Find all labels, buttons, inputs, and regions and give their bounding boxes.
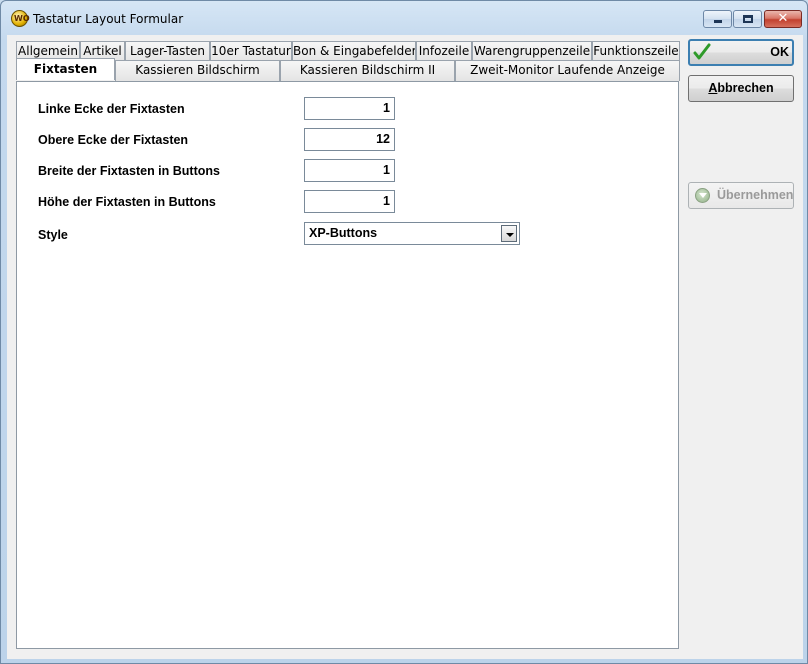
- style-select[interactable]: XP-Buttons: [304, 222, 520, 245]
- label-linke-ecke: Linke Ecke der Fixtasten: [38, 102, 185, 116]
- hoehe-input[interactable]: 1: [304, 190, 395, 213]
- ok-button-label: OK: [770, 45, 789, 59]
- client-area: Allgemein Artikel Lager-Tasten 10er Tast…: [7, 35, 803, 659]
- tab-warengruppenzeile[interactable]: Warengruppenzeile: [472, 41, 592, 62]
- cancel-button-label: Abbrechen: [708, 81, 774, 95]
- tab-kassieren-bildschirm-ii[interactable]: Kassieren Bildschirm II: [280, 60, 455, 81]
- apply-button[interactable]: Übernehmen: [688, 182, 794, 209]
- tab-fixtasten[interactable]: Fixtasten: [16, 58, 115, 80]
- apply-button-label: Übernehmen: [717, 188, 794, 202]
- close-icon: ✕: [777, 11, 789, 26]
- ok-button[interactable]: OK: [688, 39, 794, 66]
- tab-zweit-monitor-laufende-anzeige[interactable]: Zweit-Monitor Laufende Anzeige: [455, 60, 680, 81]
- style-select-value: XP-Buttons: [309, 226, 378, 240]
- window: WO Tastatur Layout Formular ✕ Allgemein …: [0, 0, 808, 664]
- cancel-button[interactable]: Abbrechen: [688, 75, 794, 102]
- label-style: Style: [38, 228, 68, 242]
- label-breite: Breite der Fixtasten in Buttons: [38, 164, 220, 178]
- tab-infozeile[interactable]: Infozeile: [416, 41, 472, 62]
- window-title: Tastatur Layout Formular: [33, 12, 184, 26]
- tab-lager-tasten[interactable]: Lager-Tasten: [125, 41, 210, 62]
- tab-bon-eingabefelder[interactable]: Bon & Eingabefelder: [292, 41, 416, 62]
- linke-ecke-input[interactable]: 1: [304, 97, 395, 120]
- maximize-button[interactable]: [733, 10, 762, 28]
- app-icon[interactable]: WO: [11, 10, 30, 27]
- label-hoehe: Höhe der Fixtasten in Buttons: [38, 195, 216, 209]
- fixtasten-panel: Linke Ecke der Fixtasten 1 Obere Ecke de…: [16, 81, 679, 649]
- title-bar[interactable]: WO Tastatur Layout Formular ✕: [1, 1, 807, 35]
- apply-icon: [695, 188, 710, 203]
- checkmark-icon: [693, 43, 711, 60]
- breite-input[interactable]: 1: [304, 159, 395, 182]
- maximize-icon: [743, 15, 753, 23]
- dropdown-arrow-icon[interactable]: [501, 225, 517, 242]
- obere-ecke-input[interactable]: 12: [304, 128, 395, 151]
- tab-10er-tastatur[interactable]: 10er Tastatur: [210, 41, 292, 62]
- app-icon-text: WO: [14, 14, 30, 23]
- close-button[interactable]: ✕: [764, 10, 802, 28]
- minimize-button[interactable]: [703, 10, 732, 28]
- label-obere-ecke: Obere Ecke der Fixtasten: [38, 133, 189, 147]
- tab-kassieren-bildschirm[interactable]: Kassieren Bildschirm: [115, 60, 280, 81]
- minimize-icon: [714, 20, 722, 23]
- tab-funktionszeile[interactable]: Funktionszeile: [592, 41, 680, 62]
